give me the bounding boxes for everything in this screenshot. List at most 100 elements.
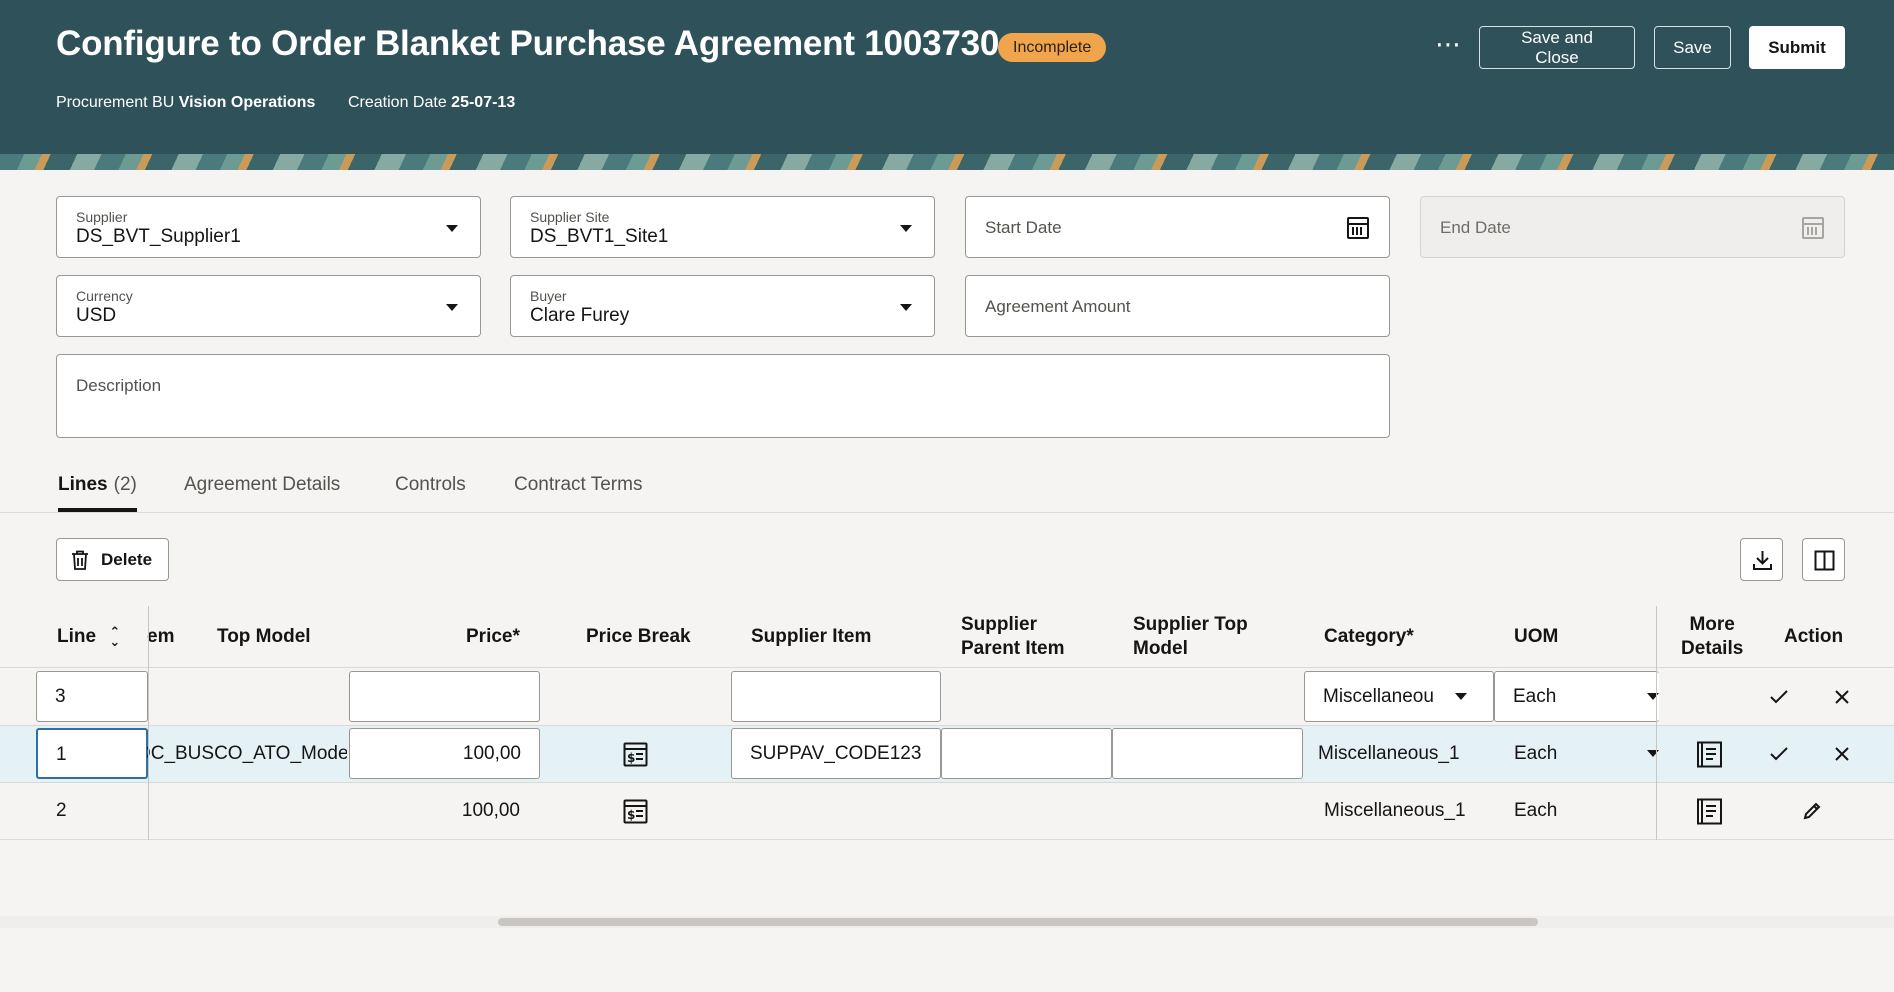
supplier-item-input[interactable]: SUPPAV_CODE123: [731, 728, 941, 779]
tab-bar: Lines (2) Agreement Details Controls Cont…: [0, 466, 1894, 513]
agreement-amount-label: Agreement Amount: [985, 297, 1131, 316]
supplier-site-select[interactable]: Supplier Site DS_BVT1_Site1: [510, 196, 935, 258]
chevron-down-icon: [900, 225, 912, 232]
col-supplier-item[interactable]: Supplier Item: [751, 625, 871, 649]
line-number: 2: [56, 800, 67, 821]
page-title: Configure to Order Blanket Purchase Agre…: [56, 24, 1000, 63]
end-date-label: End Date: [1440, 218, 1511, 237]
category-value: Miscellaneous_1: [1324, 800, 1466, 821]
pencil-icon[interactable]: [1802, 801, 1822, 821]
currency-select[interactable]: Currency USD: [56, 275, 481, 337]
table-row[interactable]: 3 Miscellaneou Each: [0, 669, 1894, 726]
description-field[interactable]: Description: [56, 354, 1390, 438]
tab-controls[interactable]: Controls: [395, 474, 466, 512]
check-icon[interactable]: [1769, 745, 1789, 763]
tab-lines-label: Lines: [58, 474, 108, 495]
buyer-label: Buyer: [530, 288, 567, 304]
col-supplier-top-model[interactable]: Supplier Top Model: [1133, 613, 1248, 661]
category-value: Miscellaneous_1: [1318, 743, 1460, 764]
page-header: Configure to Order Blanket Purchase Agre…: [0, 0, 1894, 170]
sort-icon[interactable]: ⌃ ⌄: [109, 625, 120, 648]
col-action: Action: [1784, 626, 1844, 647]
tab-lines[interactable]: Lines (2): [58, 474, 137, 512]
chevron-down-icon: [1455, 693, 1467, 700]
export-button[interactable]: [1740, 538, 1783, 581]
columns-icon: [1814, 550, 1835, 571]
line-number-input[interactable]: 1: [36, 728, 148, 779]
close-icon[interactable]: [1834, 689, 1850, 705]
uom-value: Each: [1514, 800, 1558, 821]
chevron-down-icon: [446, 225, 458, 232]
delete-button[interactable]: Delete: [56, 538, 169, 581]
price-input[interactable]: 100,00: [349, 728, 540, 779]
supplier-site-value: DS_BVT1_Site1: [530, 226, 669, 247]
supplier-parent-item-input[interactable]: [941, 728, 1112, 779]
supplier-select[interactable]: Supplier DS_BVT_Supplier1: [56, 196, 481, 258]
supplier-item-input[interactable]: [731, 671, 941, 722]
more-details-icon[interactable]: [1696, 798, 1723, 825]
supplier-label: Supplier: [76, 209, 128, 225]
start-date-label: Start Date: [985, 218, 1062, 237]
table-row[interactable]: 2 100,00 $ Miscellaneous_1 Each: [0, 783, 1894, 840]
tab-contract-terms[interactable]: Contract Terms: [514, 474, 642, 512]
end-date-field: End Date: [1420, 196, 1845, 258]
trash-icon: [72, 550, 88, 570]
chevron-down-icon: [1647, 693, 1659, 700]
supplier-value: DS_BVT_Supplier1: [76, 226, 241, 247]
col-supplier-parent-item[interactable]: Supplier Parent Item: [961, 613, 1064, 661]
status-badge: Incomplete: [998, 33, 1107, 62]
currency-label: Currency: [76, 288, 133, 304]
price-break-icon[interactable]: $: [623, 799, 648, 824]
columns-button[interactable]: [1802, 538, 1845, 581]
agreement-amount-field[interactable]: Agreement Amount: [965, 275, 1390, 337]
item-value: DC_BUSCO_ATO_Model_: [147, 743, 347, 764]
col-item[interactable]: em: [147, 625, 174, 649]
description-label: Description: [76, 376, 162, 395]
save-and-close-button[interactable]: Save and Close: [1479, 26, 1635, 69]
col-line[interactable]: Line ⌃ ⌄: [57, 625, 120, 649]
procurement-bu-label: Procurement BU: [56, 94, 175, 111]
chevron-down-icon: [900, 304, 912, 311]
creation-date: Creation Date 25-07-13: [348, 94, 515, 112]
procurement-bu-value: Vision Operations: [178, 94, 316, 111]
col-price-break[interactable]: Price Break: [586, 625, 691, 649]
calendar-icon: [1802, 217, 1824, 239]
price-input[interactable]: [349, 671, 540, 722]
table-row[interactable]: 1 DC_BUSCO_ATO_Model_ 100,00 $ SUPPAV_CO…: [0, 726, 1894, 783]
chevron-down-icon: [446, 304, 458, 311]
col-category[interactable]: Category*: [1324, 625, 1414, 649]
currency-value: USD: [76, 305, 117, 326]
header-decorative-band: [0, 154, 1894, 170]
supplier-top-model-input[interactable]: [1112, 728, 1303, 779]
submit-button[interactable]: Submit: [1749, 26, 1845, 69]
uom-value[interactable]: Each: [1514, 743, 1557, 765]
close-icon[interactable]: [1834, 746, 1850, 762]
check-icon[interactable]: [1769, 688, 1789, 706]
save-button[interactable]: Save: [1654, 26, 1731, 69]
col-uom[interactable]: UOM: [1514, 625, 1558, 649]
frozen-column-divider: [148, 606, 149, 840]
price-break-icon[interactable]: $: [623, 742, 648, 767]
svg-text:$: $: [627, 808, 635, 822]
scrollbar-thumb[interactable]: [498, 918, 1538, 926]
calendar-icon[interactable]: [1347, 217, 1369, 239]
creation-date-label: Creation Date: [348, 94, 447, 111]
line-number-input[interactable]: 3: [36, 671, 148, 722]
uom-select[interactable]: Each: [1494, 671, 1659, 722]
ellipsis-icon[interactable]: ⋯: [1432, 28, 1464, 66]
chevron-down-icon[interactable]: [1647, 750, 1659, 757]
start-date-field[interactable]: Start Date: [965, 196, 1390, 258]
price-value: 100,00: [461, 800, 520, 821]
col-top-model[interactable]: Top Model: [217, 625, 311, 649]
svg-text:$: $: [627, 751, 635, 765]
tab-agreement-details[interactable]: Agreement Details: [184, 474, 340, 512]
creation-date-value: 25-07-13: [451, 94, 516, 111]
download-icon: [1753, 551, 1772, 570]
tab-lines-count: (2): [113, 474, 137, 495]
buyer-select[interactable]: Buyer Clare Furey: [510, 275, 935, 337]
more-details-icon[interactable]: [1696, 741, 1723, 768]
supplier-site-label: Supplier Site: [530, 209, 610, 225]
delete-button-label: Delete: [101, 549, 153, 569]
frozen-column-divider: [1656, 606, 1657, 840]
col-price[interactable]: Price*: [466, 625, 520, 649]
